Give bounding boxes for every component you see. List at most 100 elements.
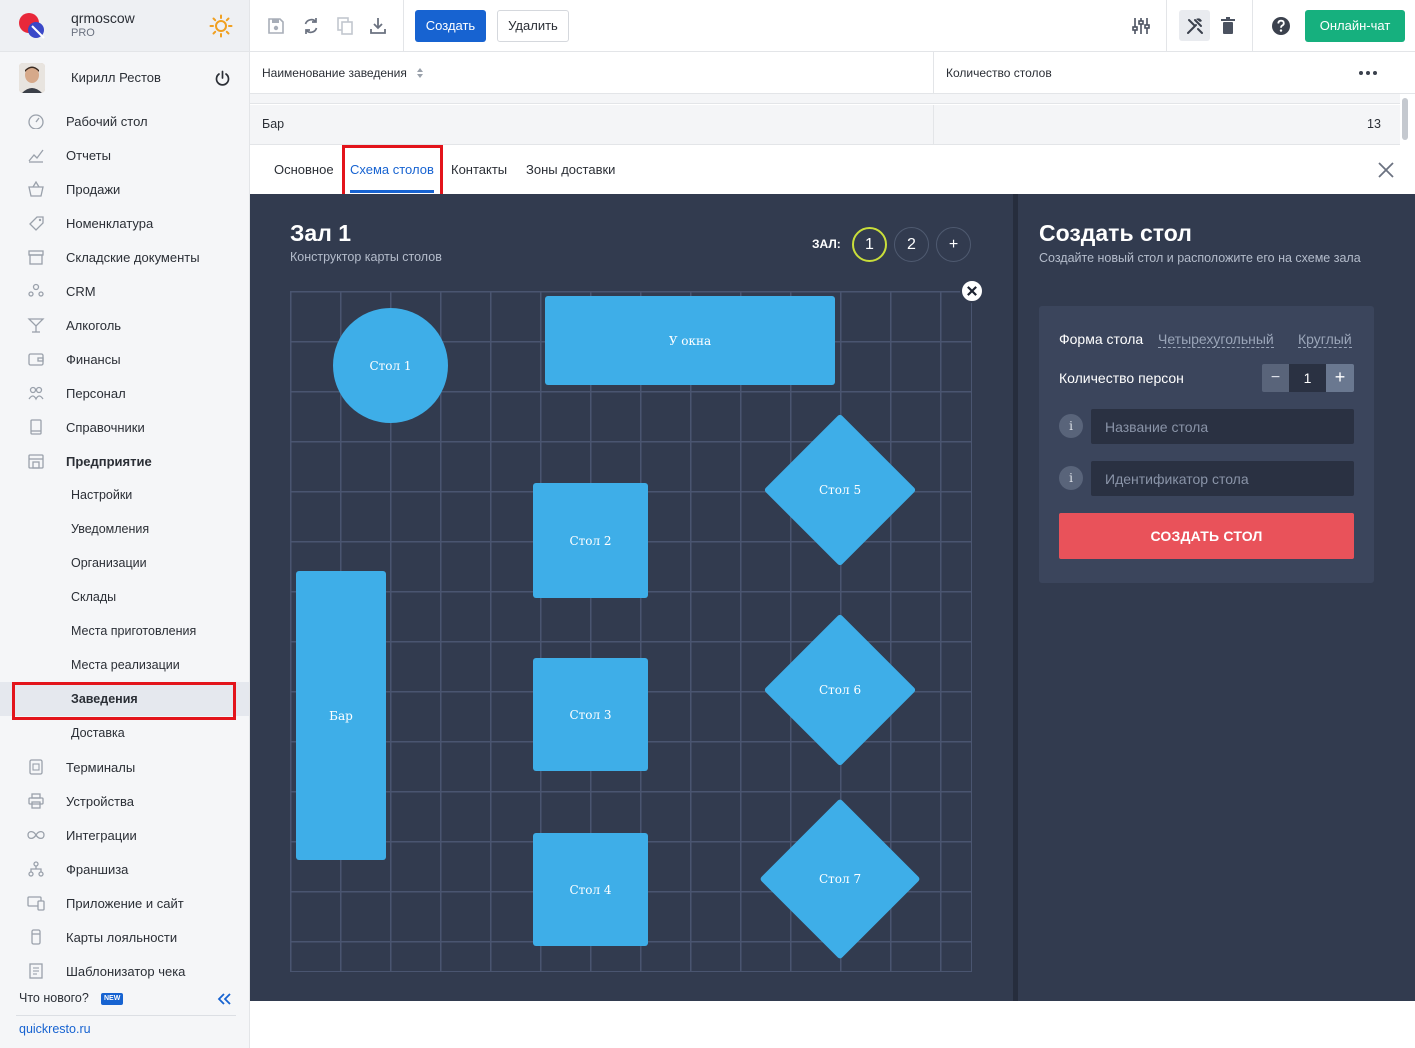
sidebar-item-label: Франшиза [66, 862, 129, 877]
sidebar-subitem-delivery[interactable]: Доставка [0, 716, 249, 750]
account-name[interactable]: qrmoscow [71, 10, 135, 26]
more-options-icon[interactable] [1358, 66, 1378, 80]
cell-tables-count: 13 [1367, 117, 1381, 131]
sidebar-subitem-organizations[interactable]: Организации [0, 546, 249, 580]
book-icon [30, 419, 42, 435]
avatar-image [19, 63, 45, 93]
collapse-sidebar-icon[interactable] [216, 992, 232, 1006]
tab-table-scheme[interactable]: Схема столов [350, 162, 434, 177]
table-bar[interactable]: Бар [296, 571, 386, 860]
close-icon[interactable] [1377, 161, 1395, 179]
sidebar-item-directories[interactable]: Справочники [0, 410, 249, 444]
create-table-button[interactable]: СОЗДАТЬ СТОЛ [1059, 513, 1354, 559]
sidebar-item-finance[interactable]: Финансы [0, 342, 249, 376]
table-id-input[interactable] [1091, 461, 1354, 496]
sort-icon[interactable] [416, 67, 424, 79]
table-window[interactable]: У окна [545, 296, 835, 385]
table-row[interactable]: Бар 13 [250, 105, 1400, 145]
sidebar-item-alcohol[interactable]: Алкоголь [0, 308, 249, 342]
help-icon[interactable] [1271, 16, 1291, 36]
persons-value[interactable]: 1 [1289, 364, 1326, 392]
sidebar-item-label: Интеграции [66, 828, 137, 843]
table-header: Наименование заведения Количество столов [250, 52, 1415, 94]
sidebar-subitem-settings[interactable]: Настройки [0, 478, 249, 512]
column-header-venue-name[interactable]: Наименование заведения [262, 66, 407, 80]
add-hall-button[interactable]: + [936, 227, 971, 262]
delete-button[interactable]: Удалить [497, 10, 569, 42]
sidebar-item-receipt-template[interactable]: Шаблонизатор чека [0, 954, 249, 988]
online-chat-button[interactable]: Онлайн-чат [1305, 10, 1405, 42]
table-stol-2[interactable]: Стол 2 [533, 483, 648, 598]
delete-selection-icon[interactable] [960, 279, 984, 303]
table-stol-4[interactable]: Стол 4 [533, 833, 648, 946]
whats-new-link[interactable]: Что нового? [19, 991, 89, 1005]
info-icon[interactable]: i [1059, 414, 1083, 438]
account-plan: PRO [71, 27, 95, 39]
hall-2-button[interactable]: 2 [894, 227, 929, 262]
sidebar-item-loyalty-cards[interactable]: Карты лояльности [0, 920, 249, 954]
sidebar-item-franchise[interactable]: Франшиза [0, 852, 249, 886]
column-header-tables-count[interactable]: Количество столов [946, 66, 1052, 80]
table-map-grid[interactable]: Стол 1 У окна Стол 2 Стол 5 Бар Стол 3 С… [290, 291, 972, 972]
table-label: Стол 4 [569, 882, 612, 897]
shape-label: Форма стола [1059, 331, 1144, 347]
site-link[interactable]: quickresto.ru [19, 1022, 91, 1036]
sidebar-subitem-label: Доставка [71, 726, 125, 740]
hall-1-button[interactable]: 1 [852, 227, 887, 262]
refresh-icon[interactable] [301, 16, 321, 36]
save-icon[interactable] [266, 16, 286, 36]
copy-icon[interactable] [335, 16, 355, 36]
create-button[interactable]: Создать [415, 10, 486, 42]
shape-option-round[interactable]: Круглый [1298, 331, 1352, 348]
table-stol-3[interactable]: Стол 3 [533, 658, 648, 771]
table-scrollbar[interactable] [1402, 98, 1408, 140]
sidebar-item-app-site[interactable]: Приложение и сайт [0, 886, 249, 920]
sidebar-item-warehouse-docs[interactable]: Складские документы [0, 240, 249, 274]
avatar[interactable] [19, 63, 45, 93]
sidebar-item-crm[interactable]: CRM [0, 274, 249, 308]
sidebar-item-staff[interactable]: Персонал [0, 376, 249, 410]
sidebar-item-reports[interactable]: Отчеты [0, 138, 249, 172]
table-stol-5[interactable]: Стол 5 [763, 413, 917, 567]
footer-divider [16, 1015, 236, 1016]
brand-header: qrmoscow PRO [0, 0, 249, 52]
sidebar-item-enterprise[interactable]: Предприятие [0, 444, 249, 478]
tab-main[interactable]: Основное [274, 162, 334, 177]
sidebar-item-integrations[interactable]: Интеграции [0, 818, 249, 852]
sidebar-item-sales[interactable]: Продажи [0, 172, 249, 206]
tab-delivery-zones[interactable]: Зоны доставки [526, 162, 615, 177]
sidebar-item-dashboard[interactable]: Рабочий стол [0, 104, 249, 138]
sidebar-item-devices[interactable]: Устройства [0, 784, 249, 818]
download-icon[interactable] [368, 16, 388, 36]
infinity-icon [27, 830, 45, 840]
sidebar-subitem-label: Места реализации [71, 658, 180, 672]
sidebar: qrmoscow PRO Кирилл Рестов Рабочий стол … [0, 0, 250, 1048]
sidebar-item-nomenclature[interactable]: Номенклатура [0, 206, 249, 240]
table-stol-6[interactable]: Стол 6 [763, 613, 917, 767]
sidebar-subitem-venues[interactable]: Заведения [0, 682, 249, 716]
power-icon[interactable] [214, 70, 231, 87]
column-settings-icon[interactable] [1131, 16, 1151, 36]
sidebar-subitem-sale-places[interactable]: Места реализации [0, 648, 249, 682]
persons-decrement-button[interactable]: − [1262, 364, 1289, 392]
theme-sun-icon[interactable] [209, 14, 233, 38]
persons-increment-button[interactable]: + [1326, 364, 1354, 392]
info-icon[interactable]: i [1059, 466, 1083, 490]
sidebar-subitem-cooking-places[interactable]: Места приготовления [0, 614, 249, 648]
table-stol-1[interactable]: Стол 1 [333, 308, 448, 423]
sidebar-item-label: Справочники [66, 420, 145, 435]
sidebar-subitem-notifications[interactable]: Уведомления [0, 512, 249, 546]
tab-contacts[interactable]: Контакты [451, 162, 507, 177]
sidebar-item-label: Шаблонизатор чека [66, 964, 186, 979]
toolbar-divider [403, 0, 404, 52]
box-icon [28, 250, 44, 265]
table-stol-7[interactable]: Стол 7 [759, 798, 921, 960]
sidebar-subitem-warehouses[interactable]: Склады [0, 580, 249, 614]
table-label: Стол 6 [818, 683, 862, 697]
shape-option-rectangular[interactable]: Четырехугольный [1158, 331, 1274, 348]
sidebar-item-terminals[interactable]: Терминалы [0, 750, 249, 784]
table-name-input[interactable] [1091, 409, 1354, 444]
persons-label: Количество персон [1059, 370, 1184, 386]
user-name[interactable]: Кирилл Рестов [71, 70, 161, 85]
trash-icon[interactable] [1218, 16, 1238, 36]
